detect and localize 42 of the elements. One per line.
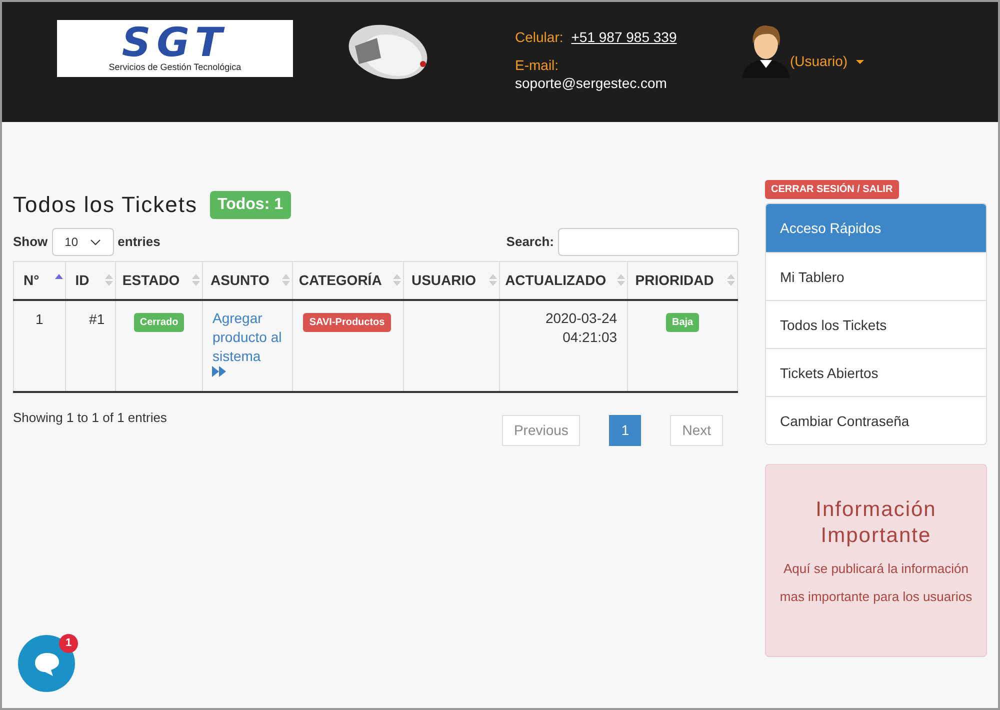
count-badge: Todos: 1 [210, 190, 291, 218]
sidebar-item[interactable]: Acceso Rápidos [766, 204, 986, 252]
page-button[interactable]: 1 [609, 414, 642, 446]
table-cell: #1 [89, 310, 105, 326]
column-header[interactable]: USUARIO [404, 262, 500, 300]
email-label: E-mail: [515, 56, 560, 74]
logout-button[interactable]: CERRAR SESIÓN / SALIR [765, 180, 899, 199]
entries-select[interactable]: 10 [52, 228, 114, 256]
mouse-icon [347, 24, 429, 80]
table-cell: 1 [36, 310, 44, 326]
search-label: Search: [506, 233, 554, 252]
caret-icon [856, 60, 864, 64]
entries-info: Showing 1 to 1 of 1 entries [13, 408, 167, 427]
notification-badge: 1 [59, 634, 78, 653]
column-header[interactable]: N° [14, 262, 66, 300]
column-header[interactable]: ACTUALIZADO [500, 262, 628, 300]
email-text: soporte@sergestec.com [515, 74, 668, 92]
search-field[interactable] [558, 228, 739, 256]
entries-label: entries [118, 233, 160, 252]
sidebar-item[interactable]: Cambiar Contraseña [766, 396, 986, 444]
logo-mark: SGT [122, 24, 228, 62]
chat-bubble-icon [32, 650, 60, 676]
logo-tagline: Servicios de Gestión Tecnológica [108, 62, 242, 73]
chevron-icon [90, 238, 101, 246]
time-text: 04:21:03 [562, 328, 618, 346]
column-header[interactable]: ID [65, 262, 116, 300]
show-label: Show [13, 233, 48, 252]
notice-title: Información Importante [814, 497, 938, 549]
date-text: 2020-03-24 [544, 308, 618, 328]
status-badge: Baja [666, 312, 700, 332]
column-header[interactable]: PRIORIDAD [628, 262, 738, 300]
phone-label: Celular: [515, 28, 564, 46]
phone-link[interactable]: +51 987 985 339 [571, 28, 677, 46]
fast-forward-icon[interactable] [212, 366, 226, 376]
status-badge: SAVI-Productos [303, 312, 391, 332]
column-header[interactable]: CATEGORÍA [292, 262, 404, 300]
user-menu[interactable]: (Usuario) [790, 51, 864, 72]
notice-text: Aquí se publicará la información mas importante para los usuarios [778, 560, 974, 606]
status-badge: Cerrado [134, 312, 184, 332]
column-header[interactable]: ASUNTO [202, 262, 293, 300]
column-header[interactable]: ESTADO [115, 262, 203, 300]
page-title: Todos los Tickets [13, 191, 198, 219]
